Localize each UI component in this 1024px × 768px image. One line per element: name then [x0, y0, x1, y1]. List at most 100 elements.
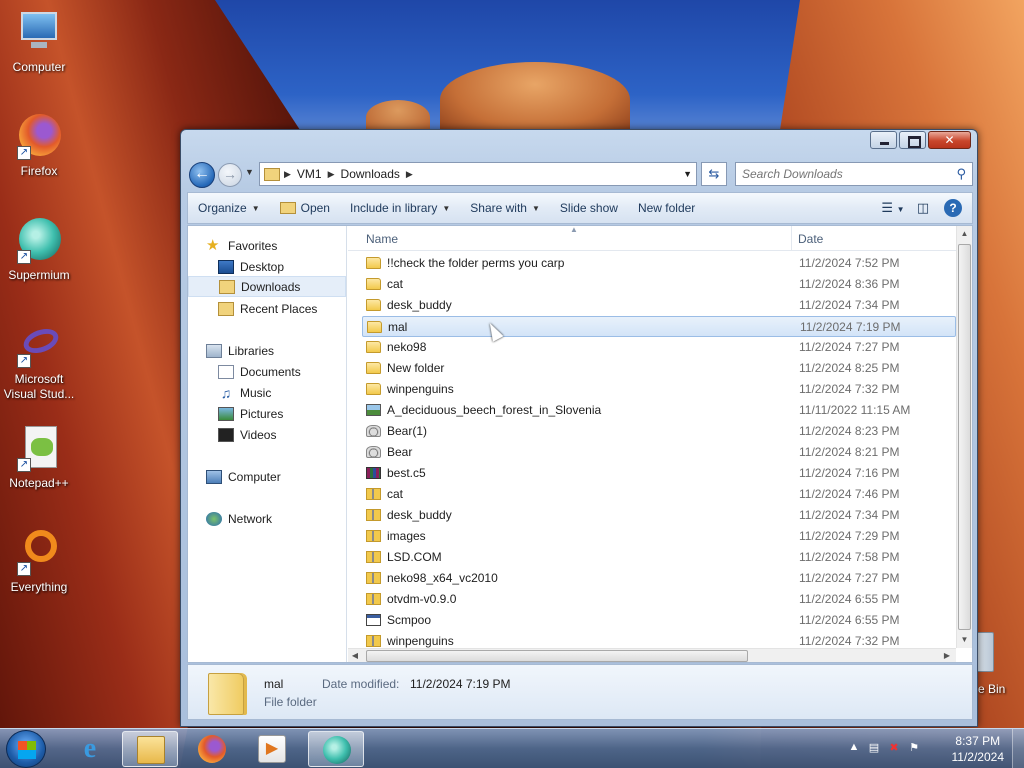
file-row[interactable]: desk_buddy 11/2/2024 7:34 PM	[362, 505, 956, 526]
desktop-icon-firefox[interactable]: ↗ Firefox	[0, 112, 78, 179]
address-dropdown-icon[interactable]: ▼	[683, 169, 692, 179]
search-icon[interactable]: ⚲	[956, 166, 966, 182]
nav-videos[interactable]: Videos	[188, 424, 346, 445]
file-row[interactable]: neko98 11/2/2024 7:27 PM	[362, 337, 956, 358]
column-divider[interactable]	[791, 226, 792, 251]
search-input[interactable]	[742, 164, 942, 184]
close-button[interactable]: ✕	[928, 131, 971, 149]
horizontal-scrollbar[interactable]: ◀ ▶	[348, 648, 956, 662]
breadcrumb-chevron-icon[interactable]: ▶	[406, 169, 413, 180]
desktop-icon-computer[interactable]: Computer	[0, 8, 78, 75]
action-center-flag-icon[interactable]: ⚑	[906, 741, 922, 757]
nav-favorites[interactable]: ★ Favorites	[188, 235, 346, 256]
file-row[interactable]: LSD.COM 11/2/2024 7:58 PM	[362, 547, 956, 568]
file-row[interactable]: images 11/2/2024 7:29 PM	[362, 526, 956, 547]
slide-show-button[interactable]: Slide show	[550, 201, 628, 215]
file-row[interactable]: mal 11/2/2024 7:19 PM	[362, 316, 956, 337]
open-button[interactable]: Open	[270, 201, 340, 215]
nav-network[interactable]: Network	[188, 508, 346, 529]
taskbar-app-internet-explorer[interactable]: e	[62, 731, 118, 767]
details-item-type: File folder	[264, 695, 317, 709]
show-hidden-icons-chevron-icon[interactable]: ▲	[846, 741, 862, 757]
nav-label: Desktop	[240, 259, 285, 274]
vertical-scrollbar[interactable]: ▲ ▼	[956, 226, 972, 648]
show-desktop-button[interactable]	[1012, 729, 1024, 768]
breadcrumb-chevron-icon[interactable]: ▶	[284, 169, 291, 180]
nav-computer[interactable]: Computer	[188, 466, 346, 487]
change-view-icon[interactable]: ☰ ▼	[878, 200, 908, 216]
file-row[interactable]: !!check the folder perms you carp 11/2/20…	[362, 253, 956, 274]
refresh-button[interactable]: ⇆	[701, 162, 727, 186]
nav-pictures[interactable]: Pictures	[188, 403, 346, 424]
file-row[interactable]: best.c5 11/2/2024 7:16 PM	[362, 463, 956, 484]
file-row[interactable]: cat 11/2/2024 8:36 PM	[362, 274, 956, 295]
help-icon[interactable]: ?	[944, 199, 962, 217]
share-with-button[interactable]: Share with ▼	[460, 201, 550, 215]
nav-label: Recent Places	[240, 301, 318, 316]
maximize-button[interactable]	[899, 131, 926, 149]
file-row[interactable]: Bear 11/2/2024 8:21 PM	[362, 442, 956, 463]
organize-label: Organize	[198, 201, 247, 215]
file-row[interactable]: New folder 11/2/2024 8:25 PM	[362, 358, 956, 379]
file-row[interactable]: Bear(1) 11/2/2024 8:23 PM	[362, 421, 956, 442]
nav-label: Libraries	[228, 343, 275, 358]
file-row[interactable]: A_deciduous_beech_forest_in_Slovenia 11/1…	[362, 400, 956, 421]
file-row[interactable]: neko98_x64_vc2010 11/2/2024 7:27 PM	[362, 568, 956, 589]
file-row[interactable]: winpenguins 11/2/2024 7:32 PM	[362, 379, 956, 400]
new-folder-button[interactable]: New folder	[628, 201, 705, 215]
file-row[interactable]: desk_buddy 11/2/2024 7:34 PM	[362, 295, 956, 316]
desktop-icon-notepadpp[interactable]: ↗ Notepad++	[0, 424, 78, 491]
taskbar-app-media-player[interactable]: ▶	[244, 731, 300, 767]
recycle-bin-icon	[976, 632, 994, 672]
scroll-down-icon[interactable]: ▼	[957, 632, 972, 648]
preview-pane-icon[interactable]: ◫	[908, 200, 938, 216]
organize-button[interactable]: Organize ▼	[188, 201, 270, 215]
address-bar[interactable]: ▶ VM1 ▶ Downloads ▶ ▼	[259, 162, 697, 186]
include-in-library-button[interactable]: Include in library ▼	[340, 201, 460, 215]
horizontal-scroll-thumb[interactable]	[366, 650, 748, 662]
desktop-icon-visual-studio[interactable]: ↗ Microsoft Visual Stud...	[0, 320, 78, 402]
start-button[interactable]	[6, 730, 46, 768]
nav-downloads[interactable]: Downloads	[188, 276, 346, 297]
column-header-name[interactable]: Name	[366, 232, 398, 246]
back-button[interactable]: ←	[189, 162, 215, 188]
network-tray-icon[interactable]: ▤	[866, 741, 882, 757]
scroll-left-icon[interactable]: ◀	[348, 649, 362, 663]
nav-documents[interactable]: Documents	[188, 361, 346, 382]
taskbar: e ▶ ▲ ▤ ✖ ⚑ 8:37 PM 11/2/2024	[0, 728, 1024, 768]
file-date: 11/2/2024 8:36 PM	[799, 277, 900, 291]
file-row[interactable]: Scmpoo 11/2/2024 6:55 PM	[362, 610, 956, 631]
file-row[interactable]: otvdm-v0.9.0 11/2/2024 6:55 PM	[362, 589, 956, 610]
desktop-icon-label: Notepad++	[9, 476, 69, 490]
desktop-icon-everything[interactable]: ↗ Everything	[0, 528, 78, 595]
file-row[interactable]: cat 11/2/2024 7:46 PM	[362, 484, 956, 505]
forward-button[interactable]: →	[218, 163, 242, 187]
minimize-button[interactable]	[870, 131, 897, 149]
breadcrumb-vm1[interactable]: VM1	[297, 167, 322, 181]
nav-music[interactable]: ♫ Music	[188, 382, 346, 403]
new-folder-label: New folder	[637, 201, 696, 215]
column-header-date[interactable]: Date	[798, 232, 823, 246]
system-clock[interactable]: 8:37 PM 11/2/2024	[952, 733, 1005, 765]
nav-recent-places[interactable]: Recent Places	[188, 298, 346, 319]
nav-desktop[interactable]: Desktop	[188, 256, 346, 277]
nav-label: Network	[228, 511, 273, 526]
file-date: 11/2/2024 7:52 PM	[799, 256, 900, 270]
scroll-up-icon[interactable]: ▲	[957, 226, 972, 242]
desktop-icon	[218, 259, 234, 274]
desktop-icon-supermium[interactable]: ↗ Supermium	[0, 216, 78, 283]
chevron-down-icon: ▼	[442, 203, 451, 213]
volume-muted-icon[interactable]: ✖	[886, 741, 902, 757]
taskbar-app-explorer[interactable]	[122, 731, 178, 767]
taskbar-app-firefox[interactable]	[184, 731, 240, 767]
taskbar-app-supermium[interactable]	[308, 731, 364, 767]
file-name: !!check the folder perms you carp	[387, 256, 565, 270]
vertical-scroll-thumb[interactable]	[958, 244, 971, 630]
breadcrumb-downloads[interactable]: Downloads	[341, 167, 400, 181]
breadcrumb-chevron-icon[interactable]: ▶	[328, 169, 335, 180]
recent-pages-chevron-icon[interactable]: ▼	[245, 167, 254, 177]
file-date: 11/11/2022 11:15 AM	[799, 403, 911, 417]
scroll-right-icon[interactable]: ▶	[940, 649, 954, 663]
search-box[interactable]: ⚲	[735, 162, 973, 186]
nav-libraries[interactable]: Libraries	[188, 340, 346, 361]
